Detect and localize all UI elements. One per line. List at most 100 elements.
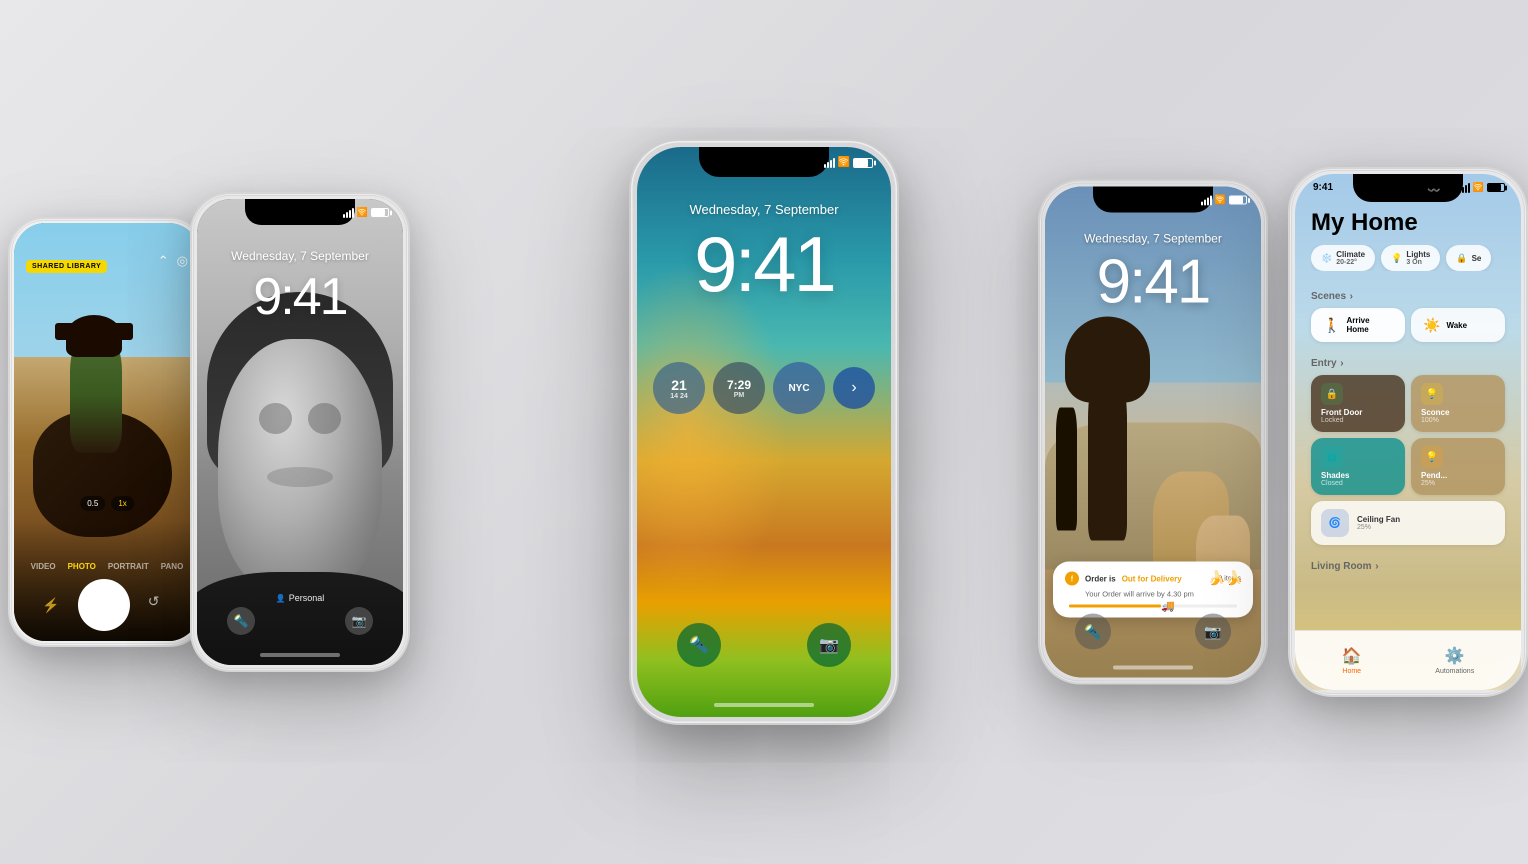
center-flashlight-icon[interactable]: 🔦 xyxy=(677,623,721,667)
delivery-app-icon: f xyxy=(1065,572,1079,586)
overhead-name: Sconce xyxy=(1421,408,1495,417)
shades-device[interactable]: ▤ Shades Closed xyxy=(1311,438,1405,495)
phone-bw-lockscreen: 🛜 Wednesday, 7 September 9:41 🔦 👤 xyxy=(190,192,410,672)
living-room-title: Living Room › xyxy=(1311,557,1505,572)
joshua-tree xyxy=(1088,368,1127,540)
living-room-section: Living Room › xyxy=(1295,551,1521,584)
home-indicator xyxy=(260,653,340,657)
arrive-home-scene[interactable]: 🚶 Arrive Home xyxy=(1311,308,1405,342)
joshua-bottom-icons: 🔦 📷 xyxy=(1045,614,1261,650)
delivery-status-text: Out for Delivery xyxy=(1122,574,1182,583)
entry-section: Entry › 🔒 Front Door Locked xyxy=(1295,348,1521,551)
shades-icon: ▤ xyxy=(1321,446,1343,468)
front-door-status: Locked xyxy=(1321,417,1395,424)
home-tab-bar: 🏠 Home ⚙️ Automations xyxy=(1295,630,1521,690)
scenes-row: 🚶 Arrive Home ☀️ Wake xyxy=(1311,308,1505,342)
pending-device[interactable]: 💡 Pend... 25% xyxy=(1411,438,1505,495)
center-notch xyxy=(699,147,829,177)
mode-portrait[interactable]: PORTRAIT xyxy=(108,562,149,571)
phones-container: SHARED LIBRARY ⌃ ◎ 0.5 1x VID xyxy=(0,0,1528,864)
lights-pill[interactable]: 💡 Lights 3 On xyxy=(1381,245,1440,271)
light-icon: 💡 xyxy=(1421,383,1443,405)
ceiling-fan-status: 25% xyxy=(1357,524,1400,531)
arrive-home-icon: 🚶 xyxy=(1323,317,1340,334)
camera-quick-icon[interactable]: 📷 xyxy=(345,607,373,635)
zoom-controls: 0.5 1x xyxy=(80,496,134,511)
bw-time: 9:41 xyxy=(197,267,403,327)
climate-value: 20-22° xyxy=(1336,259,1365,266)
shutter-button[interactable] xyxy=(80,581,128,629)
delivery-notification: 🍌🍌 f Order is Out for Delivery 10 items … xyxy=(1053,562,1253,618)
front-door-device[interactable]: 🔒 Front Door Locked xyxy=(1311,375,1405,432)
joshua-camera-icon[interactable]: 📷 xyxy=(1195,614,1231,650)
security-icon: 🔒 xyxy=(1456,253,1467,264)
camera-viewfinder: SHARED LIBRARY ⌃ ◎ 0.5 1x VID xyxy=(14,223,200,641)
lights-label: Lights xyxy=(1406,250,1430,259)
lights-value: 3 On xyxy=(1406,259,1430,266)
lock-icon: 🔒 xyxy=(1321,383,1343,405)
fan-icon: 🌀 xyxy=(1321,509,1349,537)
home-notch xyxy=(1353,174,1463,202)
home-tab-label: Home xyxy=(1342,668,1361,675)
pending-name: Pend... xyxy=(1421,471,1495,480)
joshua-time: 9:41 xyxy=(1045,247,1261,318)
center-camera-icon[interactable]: 📷 xyxy=(807,623,851,667)
scenes-title: Scenes › xyxy=(1311,287,1505,302)
flip-camera-icon[interactable]: ↺ xyxy=(148,593,172,617)
delivery-order-label: Order is xyxy=(1085,574,1116,583)
overhead-status: 100% xyxy=(1421,417,1495,424)
center-date: Wednesday, 7 September xyxy=(637,202,891,217)
front-door-name: Front Door xyxy=(1321,408,1395,417)
joshua-screen: 🛜 Wednesday, 7 September 9:41 🍌🍌 f xyxy=(1045,187,1261,678)
ceiling-fan-name: Ceiling Fan xyxy=(1357,515,1400,524)
center-time: 9:41 xyxy=(637,219,891,310)
joshua-flashlight-icon[interactable]: 🔦 xyxy=(1075,614,1111,650)
home-app-screen: 9:41 🛜 〰️ xyxy=(1295,174,1521,690)
home-content-area: My Home ❄️ Climate 20-22° 💡 xyxy=(1295,174,1521,630)
automations-tab-label: Automations xyxy=(1435,668,1474,675)
joshua-date: Wednesday, 7 September xyxy=(1045,232,1261,246)
climate-pill[interactable]: ❄️ Climate 20-22° xyxy=(1311,245,1375,271)
tab-home[interactable]: 🏠 Home xyxy=(1342,646,1362,675)
mode-pano[interactable]: PANO xyxy=(161,562,184,571)
home-app-title: My Home xyxy=(1311,209,1505,237)
chevron-up-icon[interactable]: ⌃ xyxy=(158,253,169,269)
shades-name: Shades xyxy=(1321,471,1395,480)
center-widgets: 21 14 24 7:29 PM NYC › xyxy=(653,362,875,414)
tab-automations[interactable]: ⚙️ Automations xyxy=(1435,646,1474,675)
devices-grid: 🔒 Front Door Locked 💡 Sconce 100% xyxy=(1311,375,1505,545)
zoom-1x-button[interactable]: 1x xyxy=(111,496,133,511)
time-widget: 7:29 PM xyxy=(713,362,765,414)
wake-scene[interactable]: ☀️ Wake xyxy=(1411,308,1505,342)
center-screen: 🛜 Wednesday, 7 September 9:41 21 xyxy=(637,147,891,717)
navigation-widget: › xyxy=(833,367,875,409)
delivery-progress-bar: 🚚 xyxy=(1069,605,1237,608)
lights-icon: 💡 xyxy=(1391,253,1402,264)
mode-video[interactable]: VIDEO xyxy=(31,562,56,571)
joshua-notch xyxy=(1093,187,1213,213)
joshua-home-indicator xyxy=(1113,666,1193,670)
wake-icon: ☀️ xyxy=(1423,317,1440,334)
shades-status: Closed xyxy=(1321,480,1395,487)
home-status-bar: 🛜 xyxy=(1459,182,1505,193)
flashlight-icon[interactable]: 🔦 xyxy=(227,607,255,635)
bw-personal-label: 👤 Personal xyxy=(276,593,325,603)
zoom-05-button[interactable]: 0.5 xyxy=(80,496,105,511)
portrait-face xyxy=(218,339,383,595)
bw-bottom-controls: 🔦 👤 Personal 📷 xyxy=(197,607,403,635)
settings-icon[interactable]: ◎ xyxy=(177,253,188,269)
home-status-time: 9:41 xyxy=(1313,182,1333,193)
delivery-truck-icon: 🚚 xyxy=(1161,600,1175,613)
arrive-home-label: Arrive Home xyxy=(1346,316,1393,334)
home-tab-icon: 🏠 xyxy=(1342,646,1362,666)
overhead-device[interactable]: 💡 Sconce 100% xyxy=(1411,375,1505,432)
automations-tab-icon: ⚙️ xyxy=(1445,646,1465,666)
temperature-widget: 21 14 24 xyxy=(653,362,705,414)
wake-label: Wake xyxy=(1446,321,1467,330)
security-pill[interactable]: 🔒 Se xyxy=(1446,245,1491,271)
ceiling-fan-device[interactable]: 🌀 Ceiling Fan 25% xyxy=(1311,501,1505,545)
mode-photo[interactable]: PHOTO xyxy=(68,562,96,571)
camera-modes: VIDEO PHOTO PORTRAIT PANO xyxy=(14,562,200,571)
camera-bottom-ui: VIDEO PHOTO PORTRAIT PANO ⚡ ↺ xyxy=(14,521,200,641)
siri-icon[interactable]: 〰️ xyxy=(1427,184,1441,197)
